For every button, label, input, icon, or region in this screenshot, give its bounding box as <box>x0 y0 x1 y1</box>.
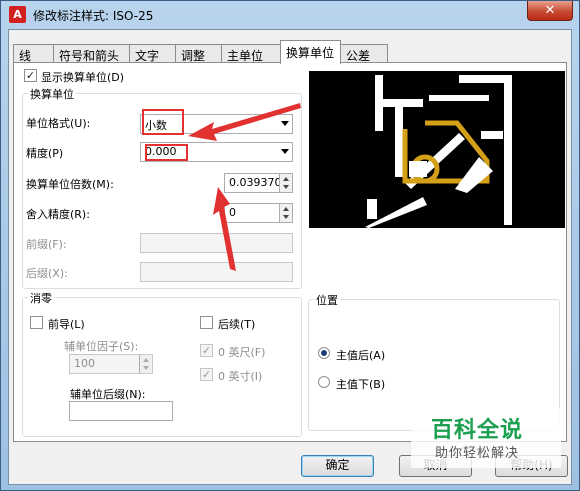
round-off-label: 舍入精度(R): <box>26 208 90 221</box>
preview-dim-line <box>481 131 503 139</box>
watermark-title: 百科全说 <box>431 418 524 443</box>
leading-checkbox[interactable] <box>30 316 43 329</box>
sub-units-factor-value: 100 <box>74 357 95 370</box>
placement-title: 位置 <box>314 292 340 308</box>
leading-label: 前导(L) <box>48 318 85 331</box>
after-primary-radio[interactable] <box>318 347 330 359</box>
preview-ext-line <box>395 107 403 177</box>
spin-down-icon <box>143 366 149 370</box>
show-alt-units-checkbox[interactable]: ✓ <box>24 69 37 82</box>
preview-text-block <box>367 199 377 219</box>
spin-up-icon <box>143 358 149 362</box>
zero-feet-label: 0 英尺(F) <box>218 346 266 359</box>
sub-units-factor-label: 辅单位因子(S): <box>64 340 139 353</box>
sub-units-suffix-input[interactable] <box>69 401 173 421</box>
ok-button[interactable]: 确定 <box>301 455 374 477</box>
tab-symbols-arrows[interactable]: 符号和箭头 <box>53 44 130 63</box>
trailing-label: 后续(T) <box>218 318 256 331</box>
alternate-units-panel: ✓ 显示换算单位(D) 换算单位 单位格式(U): 小数 精度(P) 0.000… <box>13 62 567 442</box>
tab-fit[interactable]: 调整 <box>175 44 222 63</box>
tab-primary-units[interactable]: 主单位 <box>221 44 281 63</box>
close-button[interactable]: ✕ <box>527 1 573 21</box>
tab-alternate-units[interactable]: 换算单位 <box>280 40 341 64</box>
tab-tolerances[interactable]: 公差 <box>340 44 388 63</box>
preview-ext-line <box>504 75 512 225</box>
zero-inches-checkbox[interactable]: ✓ <box>200 368 213 381</box>
preview-text-block <box>409 161 427 177</box>
precision-label: 精度(P) <box>26 147 64 160</box>
window-title: 修改标注样式: ISO-25 <box>33 9 154 23</box>
annotation-arrows <box>188 103 301 271</box>
watermark: 百科全说 助你轻松解决 <box>411 408 561 468</box>
tab-text[interactable]: 文字 <box>129 44 176 63</box>
trailing-checkbox[interactable] <box>200 316 213 329</box>
tab-lines[interactable]: 线 <box>13 44 54 63</box>
unit-format-label: 单位格式(U): <box>26 117 91 130</box>
dialog-window: A 修改标注样式: ISO-25 ✕ 线 符号和箭头 文字 调整 主单位 换算单… <box>0 0 580 491</box>
sub-units-factor-spinner[interactable] <box>139 355 152 373</box>
below-primary-radio[interactable] <box>318 376 330 388</box>
preview-dim-line <box>375 99 423 107</box>
alt-units-group-title: 换算单位 <box>28 86 76 102</box>
preview-dim-line <box>429 95 489 101</box>
watermark-subtitle: 助你轻松解决 <box>435 446 520 461</box>
sub-units-suffix-label: 辅单位后缀(N): <box>70 388 146 401</box>
preview-drawing <box>365 75 512 228</box>
preview-dim-line <box>459 75 507 83</box>
after-primary-label: 主值后(A) <box>336 349 386 362</box>
title-bar[interactable]: A 修改标注样式: ISO-25 ✕ <box>1 1 579 29</box>
suffix-label: 后缀(X): <box>26 267 68 280</box>
multiplier-label: 换算单位倍数(M): <box>26 178 114 191</box>
prefix-label: 前缀(F): <box>26 238 67 251</box>
zero-inches-label: 0 英寸(I) <box>218 370 263 383</box>
show-alt-units-label: 显示换算单位(D) <box>41 71 125 84</box>
dimension-preview <box>309 71 565 228</box>
annotation-arrow-unit-format <box>188 103 301 141</box>
below-primary-label: 主值下(B) <box>336 378 386 391</box>
zero-suppression-title: 消零 <box>28 290 54 306</box>
zero-feet-checkbox[interactable]: ✓ <box>200 344 213 357</box>
autocad-app-icon: A <box>9 6 26 23</box>
sub-units-factor-input[interactable]: 100 <box>69 354 153 374</box>
annotation-arrow-multiplier <box>213 187 236 271</box>
